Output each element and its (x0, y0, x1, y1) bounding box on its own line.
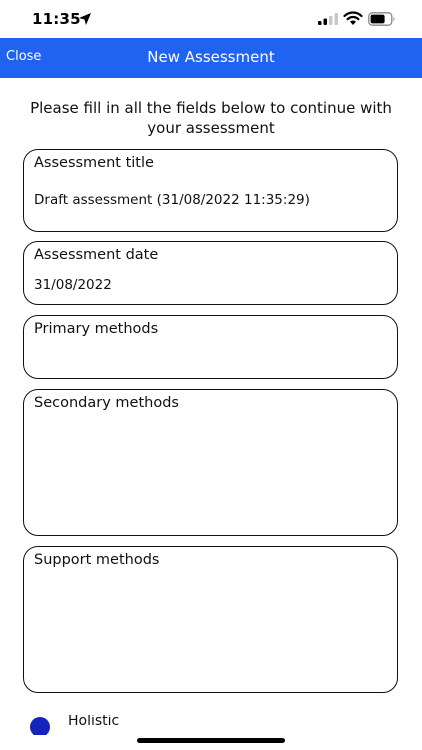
primary-methods-field[interactable]: Primary methods (23, 315, 398, 379)
secondary-methods-field[interactable]: Secondary methods (23, 389, 398, 536)
assessment-title-label: Assessment title (34, 155, 154, 171)
secondary-methods-label: Secondary methods (34, 395, 179, 411)
assessment-title-field[interactable]: Assessment title Draft assessment (31/08… (23, 149, 398, 232)
primary-methods-label: Primary methods (34, 321, 159, 337)
support-methods-label: Support methods (34, 552, 160, 568)
assessment-title-value[interactable]: Draft assessment (31/08/2022 11:35:29) (34, 192, 310, 208)
support-methods-field[interactable]: Support methods (23, 546, 398, 693)
assessment-date-field[interactable]: Assessment date 31/08/2022 (23, 241, 398, 305)
nav-bar: Close New Assessment (0, 38, 422, 78)
home-indicator (137, 738, 285, 743)
assessment-date-label: Assessment date (34, 247, 159, 263)
assessment-date-value[interactable]: 31/08/2022 (34, 277, 112, 293)
holistic-label: Holistic (68, 715, 120, 729)
intro-text: Please fill in all the fields below to c… (30, 99, 392, 137)
holistic-radio[interactable] (30, 717, 50, 735)
status-bar: 11:35 (0, 0, 422, 38)
holistic-option[interactable]: Holistic (30, 715, 330, 735)
wifi-icon (343, 11, 363, 25)
battery-icon (368, 12, 395, 26)
location-arrow-icon (79, 13, 91, 25)
status-time: 11:35 (32, 10, 81, 28)
page-title: New Assessment (147, 48, 275, 66)
cellular-signal-icon (318, 13, 338, 25)
